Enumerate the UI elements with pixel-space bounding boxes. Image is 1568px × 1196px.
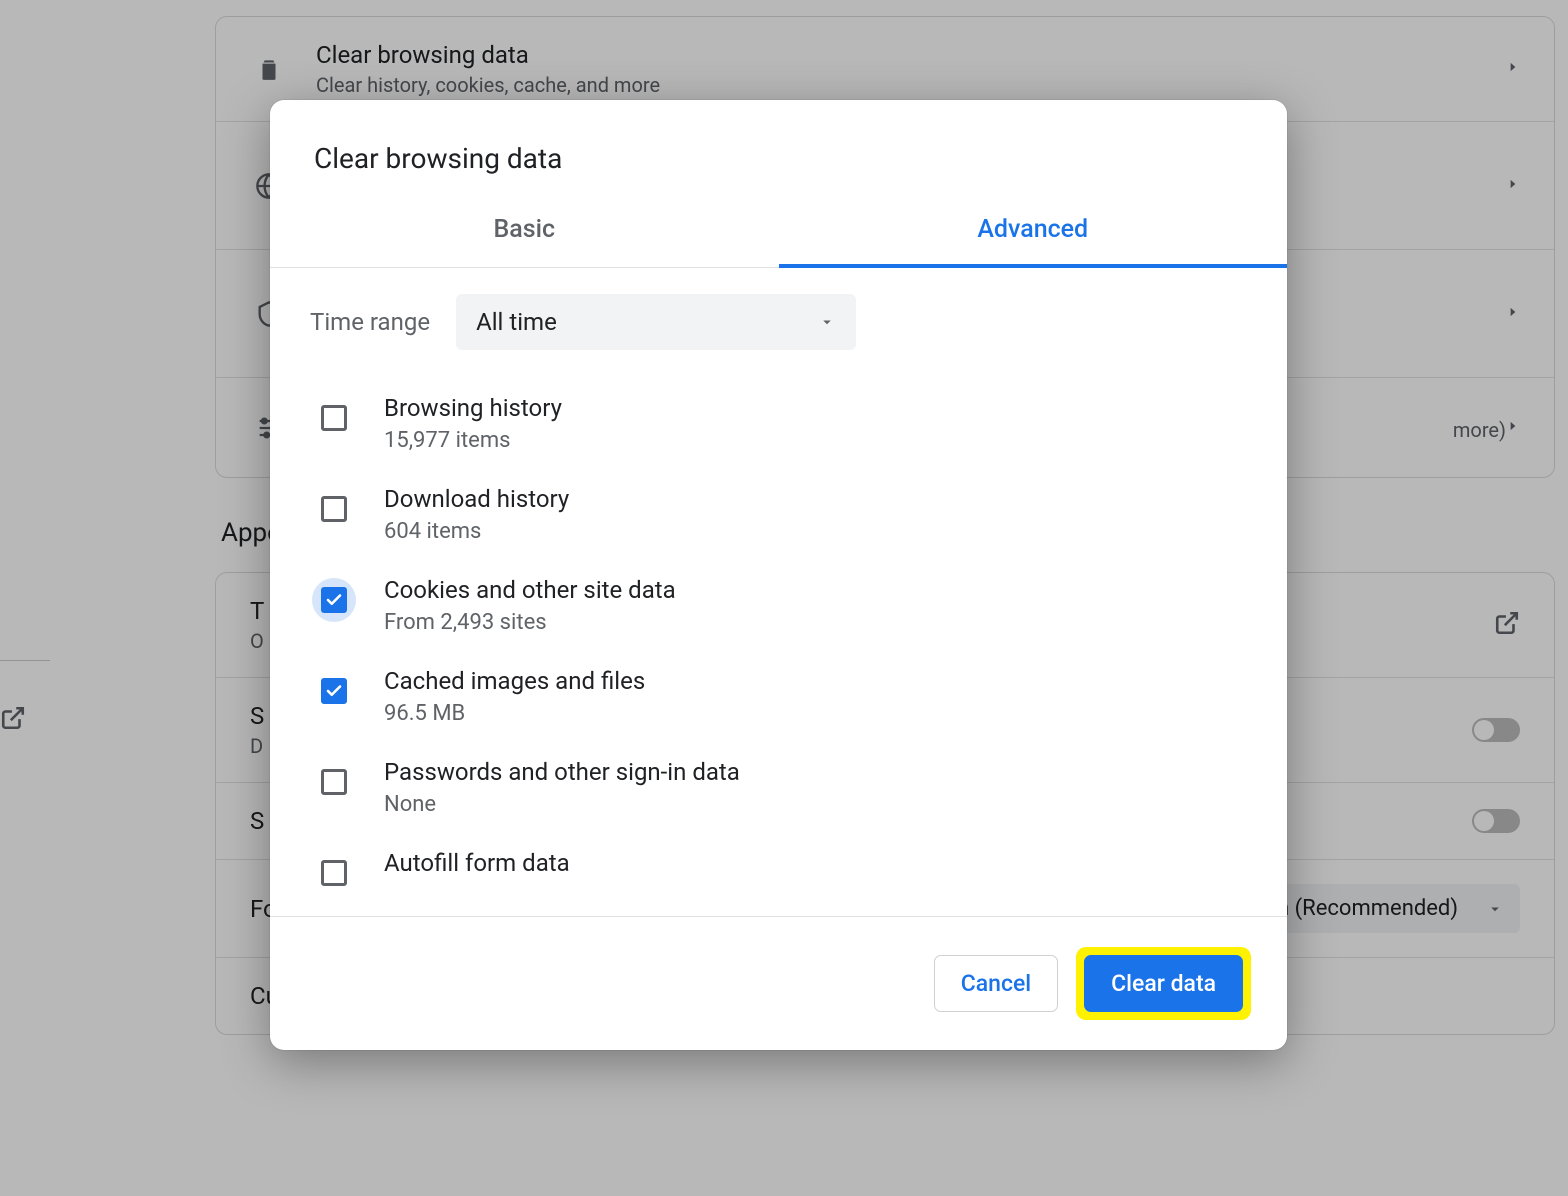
option-title: Cookies and other site data [384, 576, 676, 604]
checkbox-wrap[interactable] [312, 487, 356, 531]
checkbox[interactable] [321, 496, 347, 522]
option-row[interactable]: Download history 604 items [310, 469, 1247, 560]
option-row[interactable]: Cached images and files 96.5 MB [310, 651, 1247, 742]
time-range-value: All time [476, 308, 557, 336]
option-detail: 15,977 items [384, 428, 562, 453]
checkbox-wrap[interactable] [312, 396, 356, 440]
option-detail: 96.5 MB [384, 701, 645, 726]
option-detail: None [384, 792, 740, 817]
checkbox-wrap[interactable] [312, 851, 356, 895]
clear-data-button[interactable]: Clear data [1084, 955, 1243, 1012]
checkbox[interactable] [321, 678, 347, 704]
tab-basic[interactable]: Basic [270, 197, 779, 267]
option-title: Cached images and files [384, 667, 645, 695]
checkbox[interactable] [321, 405, 347, 431]
cancel-button[interactable]: Cancel [934, 955, 1058, 1012]
tab-advanced[interactable]: Advanced [779, 197, 1288, 268]
option-title: Download history [384, 485, 569, 513]
checkbox-wrap[interactable] [312, 669, 356, 713]
time-range-select[interactable]: All time [456, 294, 856, 350]
option-row[interactable]: Browsing history 15,977 items [310, 378, 1247, 469]
chevron-down-icon [818, 313, 836, 331]
option-title: Passwords and other sign-in data [384, 758, 740, 786]
option-row[interactable]: Autofill form data [310, 833, 1247, 911]
option-title: Browsing history [384, 394, 562, 422]
option-detail: 604 items [384, 519, 569, 544]
option-title: Autofill form data [384, 849, 570, 877]
checkbox-wrap[interactable] [312, 760, 356, 804]
option-row[interactable]: Passwords and other sign-in data None [310, 742, 1247, 833]
dialog-tabs: Basic Advanced [270, 197, 1287, 268]
option-detail: From 2,493 sites [384, 610, 676, 635]
dialog-title: Clear browsing data [270, 100, 1287, 197]
checkbox[interactable] [321, 769, 347, 795]
checkbox-wrap[interactable] [312, 578, 356, 622]
highlight-ring: Clear data [1076, 947, 1251, 1020]
clear-browsing-data-dialog: Clear browsing data Basic Advanced Time … [270, 100, 1287, 1050]
option-row[interactable]: Cookies and other site data From 2,493 si… [310, 560, 1247, 651]
checkbox[interactable] [321, 587, 347, 613]
checkbox[interactable] [321, 860, 347, 886]
option-list: Browsing history 15,977 items Download his… [310, 378, 1247, 911]
time-range-label: Time range [310, 308, 430, 336]
